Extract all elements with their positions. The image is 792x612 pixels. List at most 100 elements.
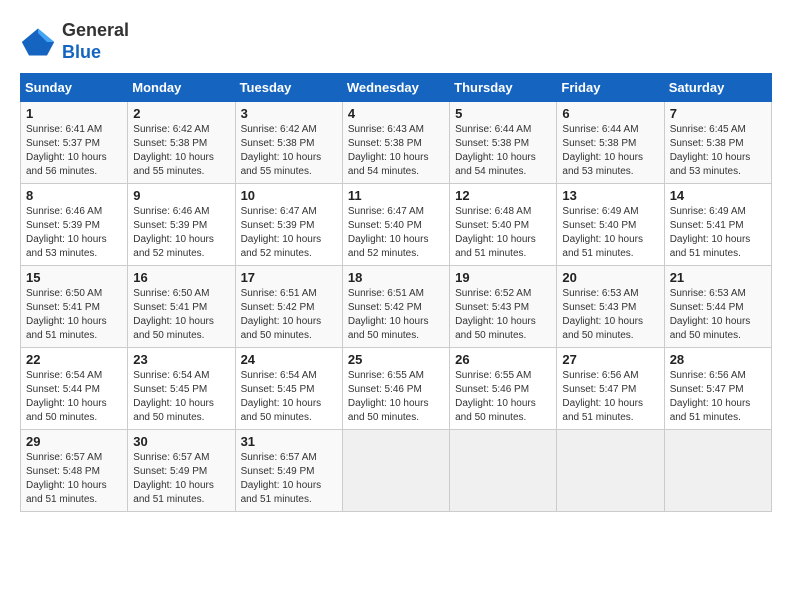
day-number: 31: [241, 434, 337, 449]
calendar-week-3: 15 Sunrise: 6:50 AMSunset: 5:41 PMDaylig…: [21, 266, 772, 348]
day-info: Sunrise: 6:50 AMSunset: 5:41 PMDaylight:…: [133, 288, 214, 341]
day-number: 2: [133, 106, 229, 121]
logo-text: General Blue: [62, 20, 129, 63]
calendar-cell: 2 Sunrise: 6:42 AMSunset: 5:38 PMDayligh…: [128, 102, 235, 184]
calendar-cell: [557, 430, 664, 512]
day-info: Sunrise: 6:54 AMSunset: 5:45 PMDaylight:…: [241, 370, 322, 423]
day-info: Sunrise: 6:50 AMSunset: 5:41 PMDaylight:…: [26, 288, 107, 341]
weekday-header-tuesday: Tuesday: [235, 74, 342, 102]
weekday-header-sunday: Sunday: [21, 74, 128, 102]
day-info: Sunrise: 6:44 AMSunset: 5:38 PMDaylight:…: [562, 124, 643, 177]
day-info: Sunrise: 6:57 AMSunset: 5:48 PMDaylight:…: [26, 452, 107, 505]
calendar-cell: 30 Sunrise: 6:57 AMSunset: 5:49 PMDaylig…: [128, 430, 235, 512]
day-info: Sunrise: 6:57 AMSunset: 5:49 PMDaylight:…: [133, 452, 214, 505]
weekday-header-friday: Friday: [557, 74, 664, 102]
day-number: 6: [562, 106, 658, 121]
day-number: 25: [348, 352, 444, 367]
calendar-cell: [450, 430, 557, 512]
calendar-cell: 5 Sunrise: 6:44 AMSunset: 5:38 PMDayligh…: [450, 102, 557, 184]
day-number: 18: [348, 270, 444, 285]
day-number: 5: [455, 106, 551, 121]
day-number: 11: [348, 188, 444, 203]
day-info: Sunrise: 6:45 AMSunset: 5:38 PMDaylight:…: [670, 124, 751, 177]
calendar-cell: 19 Sunrise: 6:52 AMSunset: 5:43 PMDaylig…: [450, 266, 557, 348]
day-info: Sunrise: 6:51 AMSunset: 5:42 PMDaylight:…: [241, 288, 322, 341]
day-number: 24: [241, 352, 337, 367]
day-info: Sunrise: 6:54 AMSunset: 5:44 PMDaylight:…: [26, 370, 107, 423]
day-number: 8: [26, 188, 122, 203]
day-info: Sunrise: 6:42 AMSunset: 5:38 PMDaylight:…: [241, 124, 322, 177]
calendar-cell: 18 Sunrise: 6:51 AMSunset: 5:42 PMDaylig…: [342, 266, 449, 348]
calendar-cell: 3 Sunrise: 6:42 AMSunset: 5:38 PMDayligh…: [235, 102, 342, 184]
logo: General Blue: [20, 20, 129, 63]
day-info: Sunrise: 6:53 AMSunset: 5:44 PMDaylight:…: [670, 288, 751, 341]
calendar-cell: 11 Sunrise: 6:47 AMSunset: 5:40 PMDaylig…: [342, 184, 449, 266]
day-info: Sunrise: 6:52 AMSunset: 5:43 PMDaylight:…: [455, 288, 536, 341]
day-info: Sunrise: 6:47 AMSunset: 5:39 PMDaylight:…: [241, 206, 322, 259]
day-number: 1: [26, 106, 122, 121]
page-header: General Blue: [20, 20, 772, 63]
day-number: 15: [26, 270, 122, 285]
calendar-cell: 10 Sunrise: 6:47 AMSunset: 5:39 PMDaylig…: [235, 184, 342, 266]
day-info: Sunrise: 6:49 AMSunset: 5:40 PMDaylight:…: [562, 206, 643, 259]
weekday-header-wednesday: Wednesday: [342, 74, 449, 102]
day-number: 23: [133, 352, 229, 367]
calendar-week-5: 29 Sunrise: 6:57 AMSunset: 5:48 PMDaylig…: [21, 430, 772, 512]
logo-blue: Blue: [62, 42, 101, 62]
day-number: 20: [562, 270, 658, 285]
calendar-cell: 26 Sunrise: 6:55 AMSunset: 5:46 PMDaylig…: [450, 348, 557, 430]
calendar-week-2: 8 Sunrise: 6:46 AMSunset: 5:39 PMDayligh…: [21, 184, 772, 266]
day-number: 21: [670, 270, 766, 285]
calendar-cell: 25 Sunrise: 6:55 AMSunset: 5:46 PMDaylig…: [342, 348, 449, 430]
calendar-cell: 29 Sunrise: 6:57 AMSunset: 5:48 PMDaylig…: [21, 430, 128, 512]
calendar-cell: 7 Sunrise: 6:45 AMSunset: 5:38 PMDayligh…: [664, 102, 771, 184]
day-info: Sunrise: 6:44 AMSunset: 5:38 PMDaylight:…: [455, 124, 536, 177]
day-number: 4: [348, 106, 444, 121]
weekday-header-monday: Monday: [128, 74, 235, 102]
day-info: Sunrise: 6:56 AMSunset: 5:47 PMDaylight:…: [670, 370, 751, 423]
day-number: 12: [455, 188, 551, 203]
weekday-header-thursday: Thursday: [450, 74, 557, 102]
day-number: 13: [562, 188, 658, 203]
calendar-cell: 24 Sunrise: 6:54 AMSunset: 5:45 PMDaylig…: [235, 348, 342, 430]
calendar-table: SundayMondayTuesdayWednesdayThursdayFrid…: [20, 73, 772, 512]
day-info: Sunrise: 6:51 AMSunset: 5:42 PMDaylight:…: [348, 288, 429, 341]
day-info: Sunrise: 6:46 AMSunset: 5:39 PMDaylight:…: [26, 206, 107, 259]
calendar-header: SundayMondayTuesdayWednesdayThursdayFrid…: [21, 74, 772, 102]
day-number: 17: [241, 270, 337, 285]
day-number: 10: [241, 188, 337, 203]
day-info: Sunrise: 6:47 AMSunset: 5:40 PMDaylight:…: [348, 206, 429, 259]
day-number: 29: [26, 434, 122, 449]
day-info: Sunrise: 6:57 AMSunset: 5:49 PMDaylight:…: [241, 452, 322, 505]
calendar-cell: 23 Sunrise: 6:54 AMSunset: 5:45 PMDaylig…: [128, 348, 235, 430]
calendar-cell: 14 Sunrise: 6:49 AMSunset: 5:41 PMDaylig…: [664, 184, 771, 266]
calendar-cell: 28 Sunrise: 6:56 AMSunset: 5:47 PMDaylig…: [664, 348, 771, 430]
calendar-cell: 31 Sunrise: 6:57 AMSunset: 5:49 PMDaylig…: [235, 430, 342, 512]
logo-general: General: [62, 20, 129, 40]
calendar-cell: 17 Sunrise: 6:51 AMSunset: 5:42 PMDaylig…: [235, 266, 342, 348]
calendar-cell: 27 Sunrise: 6:56 AMSunset: 5:47 PMDaylig…: [557, 348, 664, 430]
day-number: 14: [670, 188, 766, 203]
calendar-cell: [664, 430, 771, 512]
calendar-cell: 15 Sunrise: 6:50 AMSunset: 5:41 PMDaylig…: [21, 266, 128, 348]
calendar-cell: 9 Sunrise: 6:46 AMSunset: 5:39 PMDayligh…: [128, 184, 235, 266]
day-number: 26: [455, 352, 551, 367]
day-number: 9: [133, 188, 229, 203]
day-info: Sunrise: 6:48 AMSunset: 5:40 PMDaylight:…: [455, 206, 536, 259]
calendar-week-1: 1 Sunrise: 6:41 AMSunset: 5:37 PMDayligh…: [21, 102, 772, 184]
weekday-header-saturday: Saturday: [664, 74, 771, 102]
calendar-cell: 4 Sunrise: 6:43 AMSunset: 5:38 PMDayligh…: [342, 102, 449, 184]
day-number: 28: [670, 352, 766, 367]
day-info: Sunrise: 6:55 AMSunset: 5:46 PMDaylight:…: [455, 370, 536, 423]
calendar-cell: 13 Sunrise: 6:49 AMSunset: 5:40 PMDaylig…: [557, 184, 664, 266]
calendar-cell: 21 Sunrise: 6:53 AMSunset: 5:44 PMDaylig…: [664, 266, 771, 348]
day-number: 30: [133, 434, 229, 449]
calendar-cell: 12 Sunrise: 6:48 AMSunset: 5:40 PMDaylig…: [450, 184, 557, 266]
calendar-cell: 6 Sunrise: 6:44 AMSunset: 5:38 PMDayligh…: [557, 102, 664, 184]
day-info: Sunrise: 6:43 AMSunset: 5:38 PMDaylight:…: [348, 124, 429, 177]
day-number: 3: [241, 106, 337, 121]
day-info: Sunrise: 6:46 AMSunset: 5:39 PMDaylight:…: [133, 206, 214, 259]
day-number: 16: [133, 270, 229, 285]
calendar-cell: 1 Sunrise: 6:41 AMSunset: 5:37 PMDayligh…: [21, 102, 128, 184]
calendar-cell: 8 Sunrise: 6:46 AMSunset: 5:39 PMDayligh…: [21, 184, 128, 266]
